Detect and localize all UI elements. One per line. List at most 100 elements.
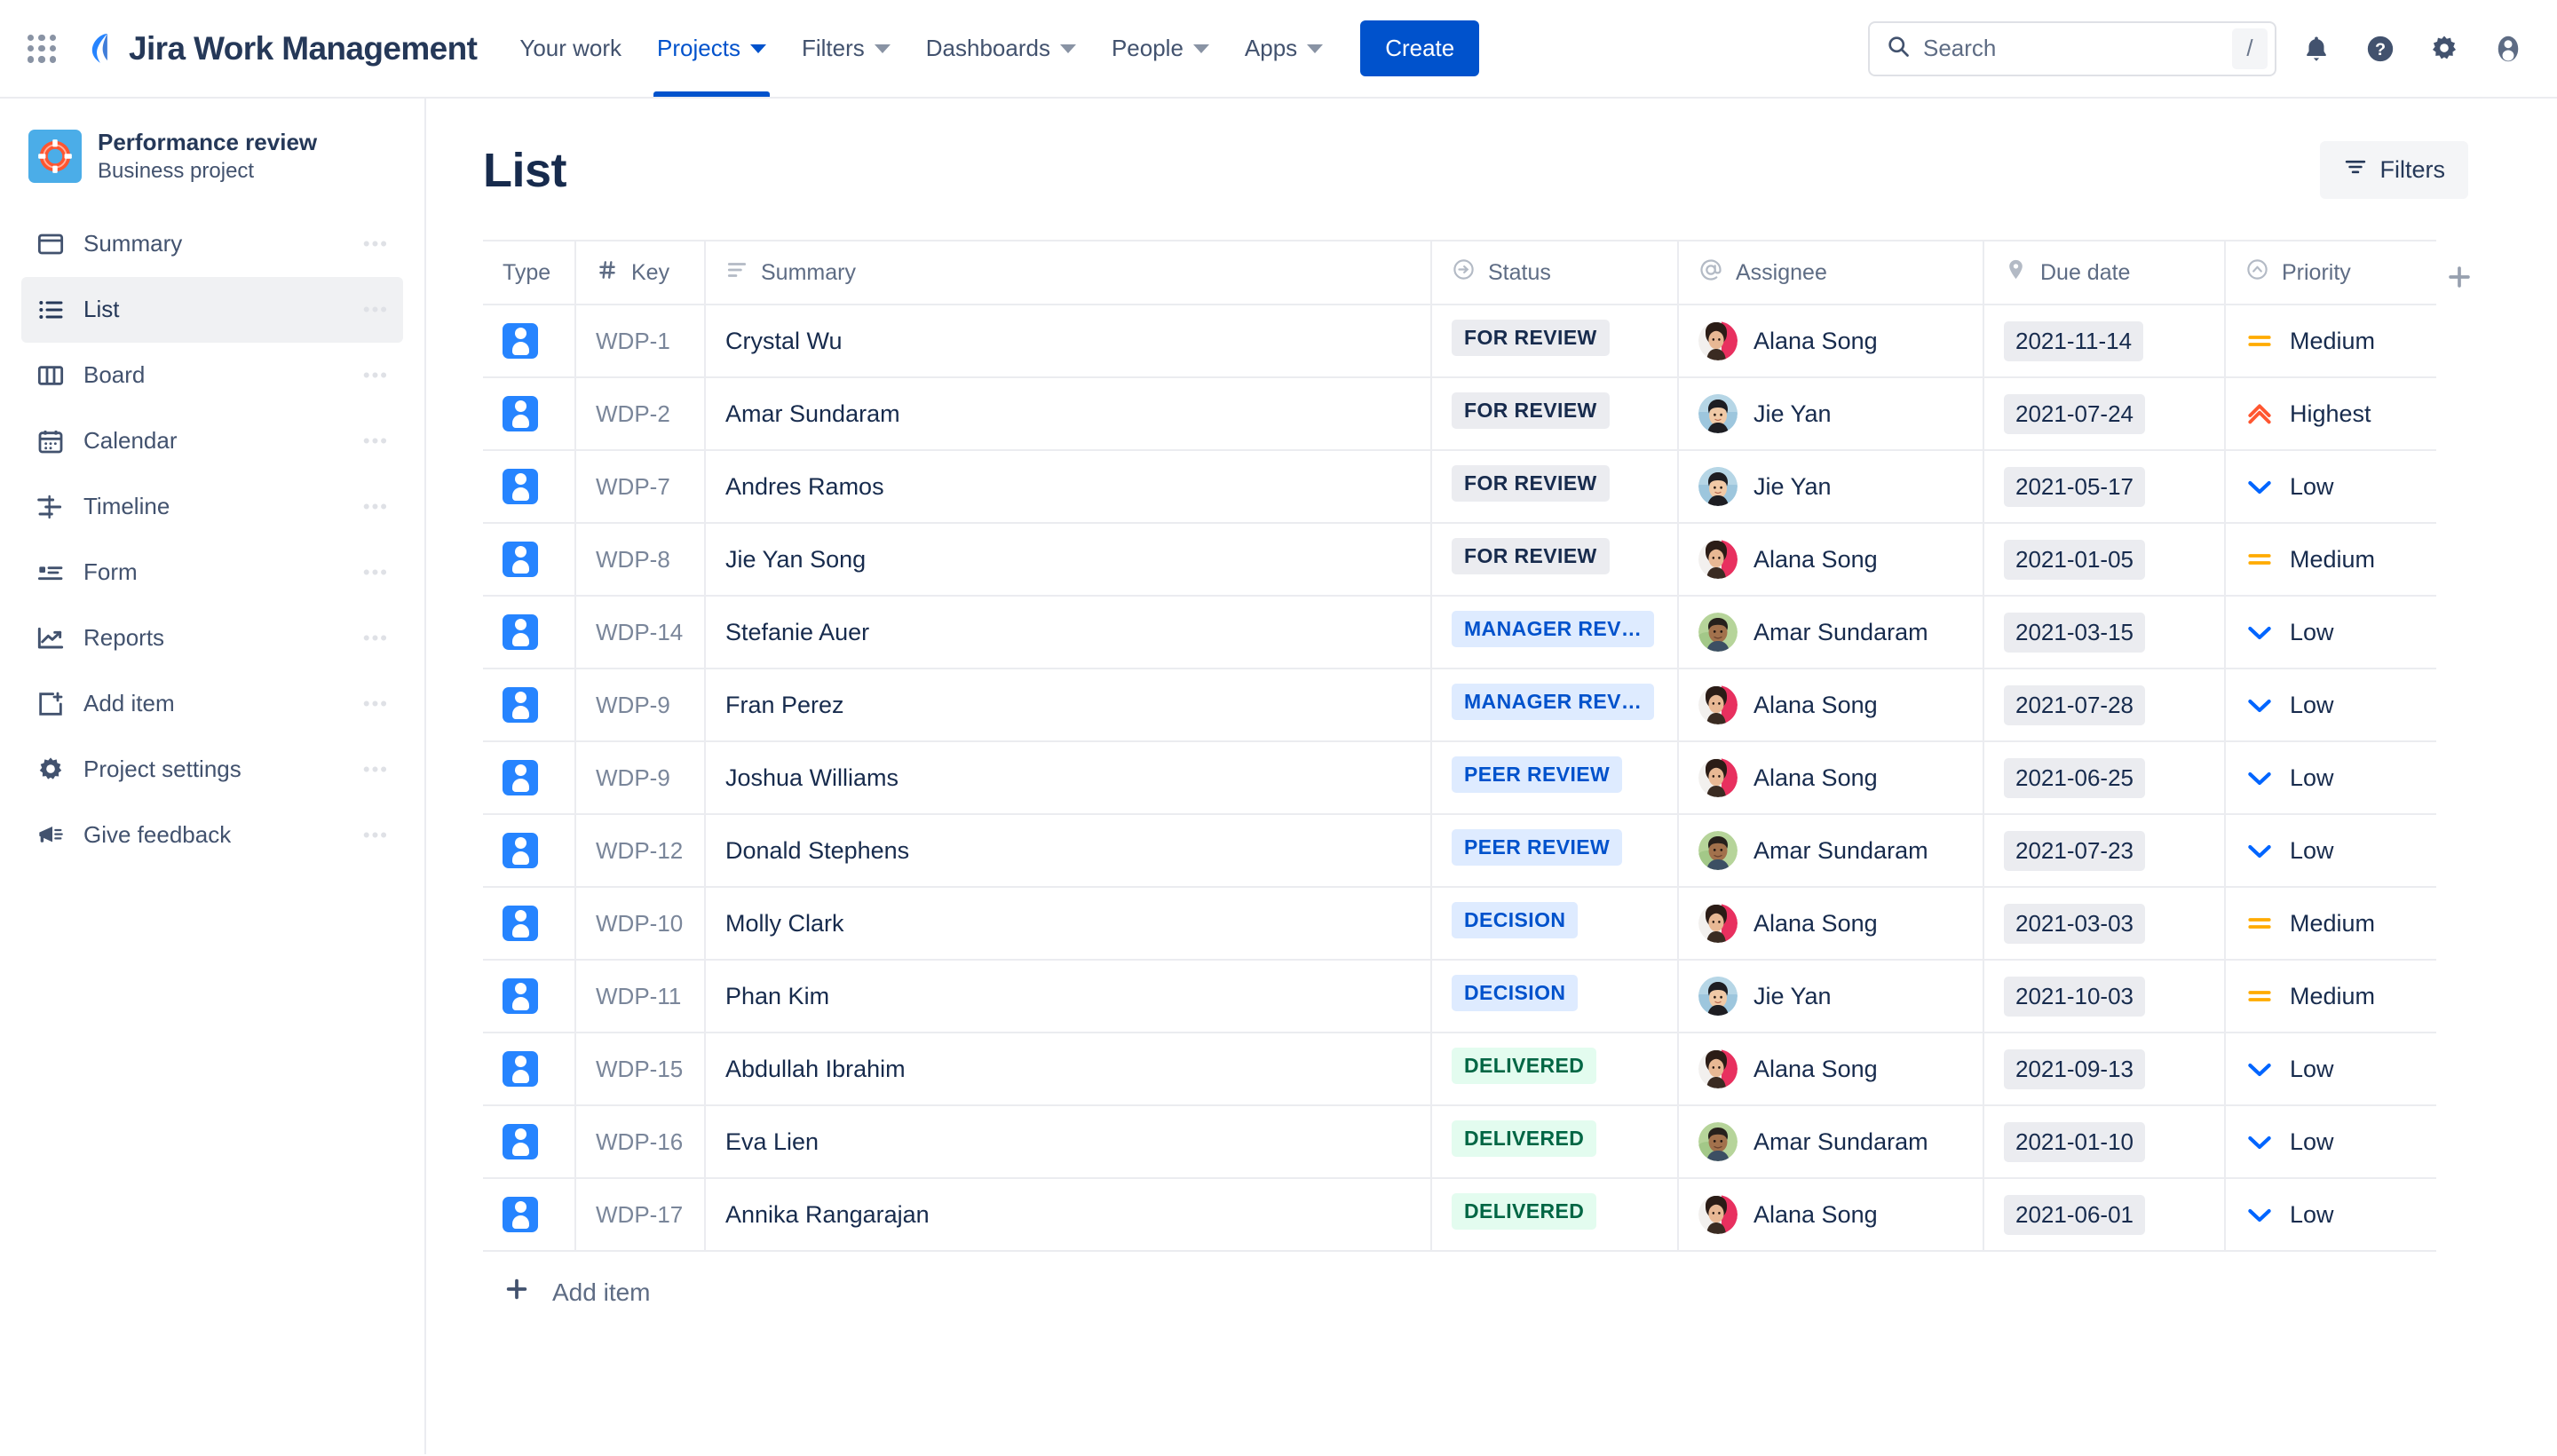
issue-key-link[interactable]: WDP-10 (596, 910, 683, 937)
due-date-badge[interactable]: 2021-05-17 (2004, 466, 2145, 507)
cell-type[interactable] (483, 1178, 576, 1252)
more-actions-icon[interactable]: ••• (363, 692, 389, 716)
column-header-assignee[interactable]: Assignee (1678, 240, 1984, 305)
status-badge[interactable]: PEER REVIEW (1452, 829, 1623, 866)
cell-key[interactable]: WDP-9 (575, 669, 706, 742)
cell-key[interactable]: WDP-12 (575, 814, 706, 888)
cell-due-date[interactable]: 2021-01-05 (1983, 523, 2226, 597)
status-badge[interactable]: FOR REVIEW (1452, 465, 1610, 502)
nav-item-people[interactable]: People (1094, 0, 1227, 97)
help-icon[interactable]: ? (2356, 25, 2404, 73)
cell-status[interactable]: PEER REVIEW (1431, 741, 1679, 815)
cell-status[interactable]: DELIVERED (1431, 1105, 1679, 1179)
due-date-badge[interactable]: 2021-01-10 (2004, 1121, 2145, 1162)
more-actions-icon[interactable]: ••• (363, 495, 389, 518)
issue-key-link[interactable]: WDP-7 (596, 473, 670, 500)
table-row[interactable]: WDP-1 Crystal Wu FOR REVIEW Alana Song 2… (483, 305, 2436, 378)
cell-summary[interactable]: Fran Perez (705, 669, 1432, 742)
cell-priority[interactable]: Medium (2225, 887, 2436, 961)
cell-key[interactable]: WDP-17 (575, 1178, 706, 1252)
cell-assignee[interactable]: Alana Song (1678, 523, 1984, 597)
cell-type[interactable] (483, 523, 576, 597)
cell-due-date[interactable]: 2021-01-10 (1983, 1105, 2226, 1179)
cell-summary[interactable]: Phan Kim (705, 960, 1432, 1033)
cell-summary[interactable]: Jie Yan Song (705, 523, 1432, 597)
issue-key-link[interactable]: WDP-2 (596, 400, 670, 427)
cell-assignee[interactable]: Alana Song (1678, 1178, 1984, 1252)
cell-key[interactable]: WDP-9 (575, 741, 706, 815)
more-actions-icon[interactable]: ••• (363, 561, 389, 584)
cell-status[interactable]: DELIVERED (1431, 1178, 1679, 1252)
brand-logo-link[interactable]: Jira Work Management (82, 30, 478, 67)
cell-due-date[interactable]: 2021-06-01 (1983, 1178, 2226, 1252)
cell-summary[interactable]: Molly Clark (705, 887, 1432, 961)
cell-status[interactable]: FOR REVIEW (1431, 450, 1679, 524)
search-input[interactable] (1923, 35, 2232, 62)
status-badge[interactable]: FOR REVIEW (1452, 538, 1610, 574)
cell-assignee[interactable]: Jie Yan (1678, 960, 1984, 1033)
more-actions-icon[interactable]: ••• (363, 430, 389, 453)
cell-due-date[interactable]: 2021-07-24 (1983, 377, 2226, 451)
cell-assignee[interactable]: Alana Song (1678, 1033, 1984, 1106)
table-row[interactable]: WDP-15 Abdullah Ibrahim DELIVERED Alana … (483, 1033, 2436, 1106)
cell-status[interactable]: FOR REVIEW (1431, 305, 1679, 378)
filters-button[interactable]: Filters (2319, 141, 2468, 199)
column-header-due-date[interactable]: Due date (1983, 240, 2226, 305)
cell-priority[interactable]: Medium (2225, 305, 2436, 378)
table-row[interactable]: WDP-7 Andres Ramos FOR REVIEW Jie Yan 20… (483, 450, 2436, 524)
cell-due-date[interactable]: 2021-06-25 (1983, 741, 2226, 815)
cell-type[interactable] (483, 1033, 576, 1106)
cell-status[interactable]: MANAGER REV… (1431, 669, 1679, 742)
create-button[interactable]: Create (1360, 20, 1480, 76)
issue-key-link[interactable]: WDP-17 (596, 1201, 683, 1228)
search-box[interactable]: / (1868, 20, 2276, 76)
cell-assignee[interactable]: Amar Sundaram (1678, 814, 1984, 888)
sidebar-item-project-settings[interactable]: Project settings ••• (21, 737, 403, 803)
cell-status[interactable]: FOR REVIEW (1431, 523, 1679, 597)
status-badge[interactable]: DELIVERED (1452, 1120, 1597, 1157)
nav-item-your-work[interactable]: Your work (502, 0, 639, 97)
cell-type[interactable] (483, 887, 576, 961)
due-date-badge[interactable]: 2021-07-24 (2004, 393, 2145, 434)
issue-key-link[interactable]: WDP-8 (596, 546, 670, 573)
table-row[interactable]: WDP-14 Stefanie Auer MANAGER REV… Amar S… (483, 596, 2436, 669)
nav-item-apps[interactable]: Apps (1227, 0, 1341, 97)
more-actions-icon[interactable]: ••• (363, 233, 389, 256)
cell-due-date[interactable]: 2021-11-14 (1983, 305, 2226, 378)
cell-type[interactable] (483, 596, 576, 669)
cell-status[interactable]: PEER REVIEW (1431, 814, 1679, 888)
cell-assignee[interactable]: Alana Song (1678, 887, 1984, 961)
issue-key-link[interactable]: WDP-11 (596, 983, 681, 1009)
more-actions-icon[interactable]: ••• (363, 758, 389, 781)
column-header-summary[interactable]: Summary (705, 240, 1432, 305)
cell-key[interactable]: WDP-16 (575, 1105, 706, 1179)
cell-due-date[interactable]: 2021-05-17 (1983, 450, 2226, 524)
cell-key[interactable]: WDP-14 (575, 596, 706, 669)
cell-assignee[interactable]: Alana Song (1678, 305, 1984, 378)
nav-item-dashboards[interactable]: Dashboards (908, 0, 1094, 97)
sidebar-item-board[interactable]: Board ••• (21, 343, 403, 408)
cell-due-date[interactable]: 2021-07-23 (1983, 814, 2226, 888)
sidebar-item-timeline[interactable]: Timeline ••• (21, 474, 403, 540)
status-badge[interactable]: DELIVERED (1452, 1048, 1597, 1084)
cell-priority[interactable]: Low (2225, 1033, 2436, 1106)
cell-key[interactable]: WDP-1 (575, 305, 706, 378)
cell-key[interactable]: WDP-11 (575, 960, 706, 1033)
due-date-badge[interactable]: 2021-09-13 (2004, 1048, 2145, 1089)
cell-key[interactable]: WDP-10 (575, 887, 706, 961)
due-date-badge[interactable]: 2021-06-25 (2004, 757, 2145, 798)
cell-key[interactable]: WDP-7 (575, 450, 706, 524)
cell-priority[interactable]: Low (2225, 1105, 2436, 1179)
cell-type[interactable] (483, 669, 576, 742)
cell-summary[interactable]: Joshua Williams (705, 741, 1432, 815)
sidebar-item-list[interactable]: List ••• (21, 276, 403, 343)
more-actions-icon[interactable]: ••• (363, 298, 389, 321)
status-badge[interactable]: DECISION (1452, 975, 1579, 1011)
settings-gear-icon[interactable] (2420, 25, 2468, 73)
cell-summary[interactable]: Stefanie Auer (705, 596, 1432, 669)
sidebar-item-reports[interactable]: Reports ••• (21, 605, 403, 671)
cell-priority[interactable]: Medium (2225, 523, 2436, 597)
account-avatar-icon[interactable] (2484, 25, 2532, 73)
issue-key-link[interactable]: WDP-15 (596, 1056, 683, 1082)
app-switcher-icon[interactable] (21, 28, 62, 69)
